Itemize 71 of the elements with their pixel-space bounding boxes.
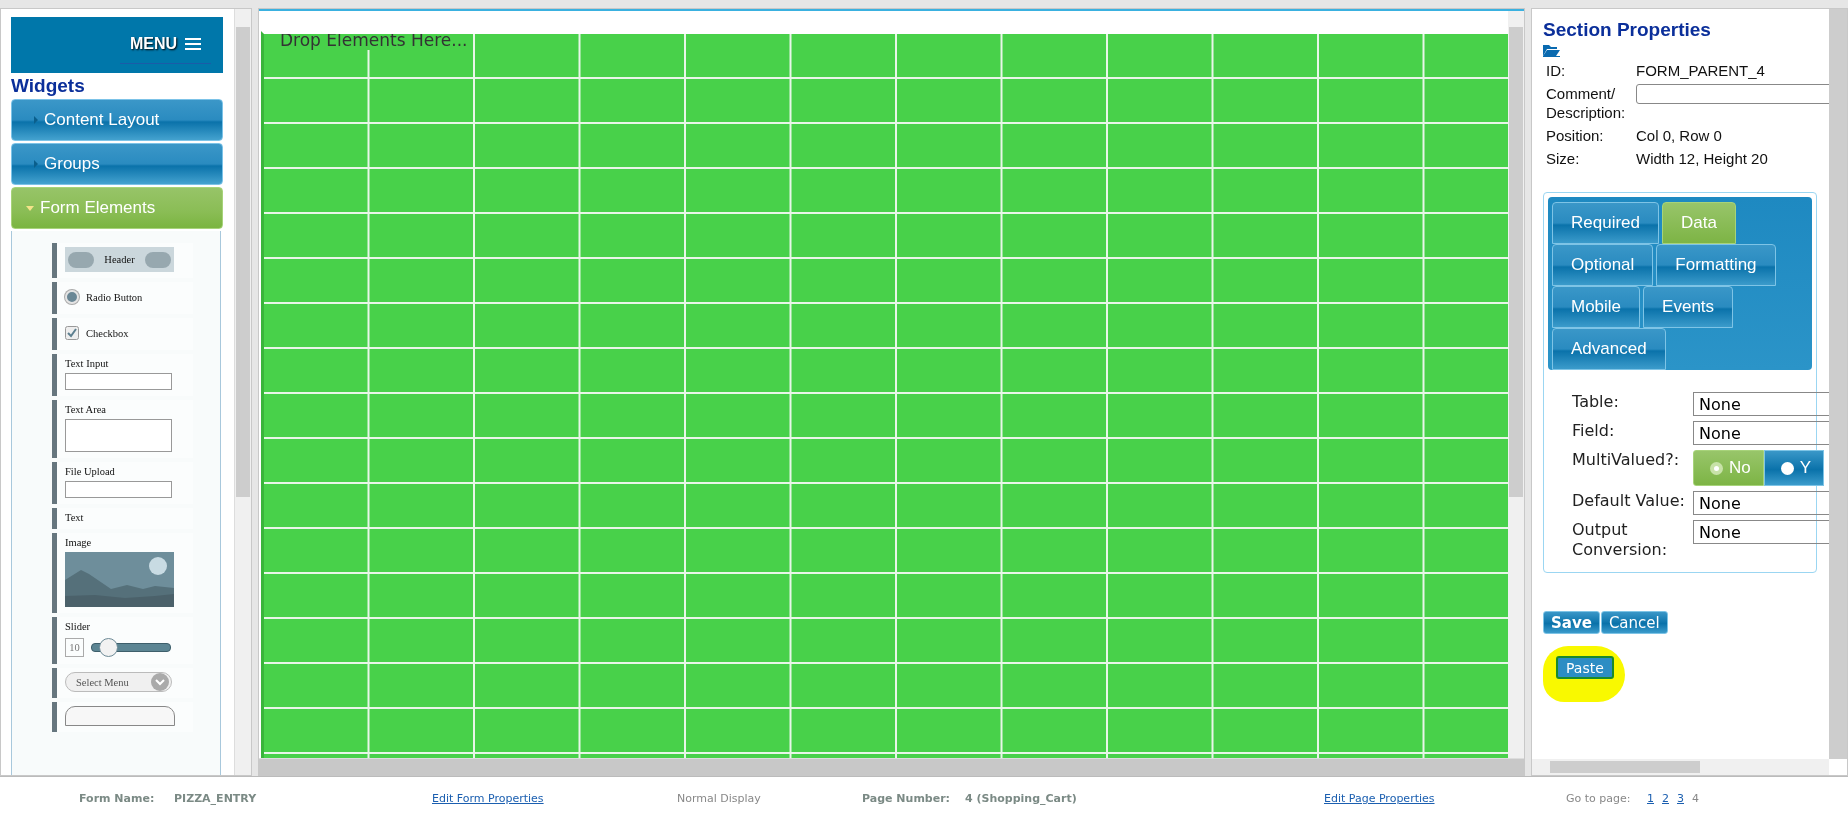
accordion-header[interactable]: Groups (11, 143, 223, 185)
select-field[interactable]: None (1693, 421, 1829, 445)
paste-button[interactable]: Paste (1556, 656, 1614, 679)
drop-zone-grid[interactable]: Drop Elements Here... (261, 31, 1508, 758)
property-value: Width 12, Height 20 (1636, 149, 1769, 168)
page-link[interactable]: 2 (1662, 791, 1669, 805)
property-value: Col 0, Row 0 (1636, 126, 1723, 145)
property-label: Comment/ Description: (1546, 84, 1627, 122)
chevron-down-icon (151, 673, 169, 691)
property-label: Position: (1546, 126, 1605, 145)
edit-page-properties-link[interactable]: Edit Page Properties (1324, 791, 1566, 805)
select-field[interactable]: None (1693, 392, 1829, 416)
tab[interactable]: Advanced (1552, 328, 1666, 370)
widgets-heading: Widgets (11, 75, 86, 97)
field-label: MultiValued?: (1572, 450, 1681, 471)
radio-icon (65, 290, 79, 304)
field-label: Output Conversion: (1572, 520, 1669, 560)
accordion-header[interactable]: Content Layout (11, 99, 223, 141)
scrollbar[interactable] (234, 9, 251, 775)
field-label: Field: (1572, 421, 1616, 442)
widget-label: Slider (65, 621, 92, 632)
property-label: ID: (1546, 61, 1567, 80)
scrollbar[interactable] (1829, 9, 1847, 759)
form-name: PIZZA_ENTRY (174, 791, 258, 805)
tab[interactable]: Mobile (1552, 286, 1641, 328)
field-label: Default Value: (1572, 491, 1686, 512)
widget-label: Checkbox (86, 327, 129, 339)
select-field[interactable]: None (1693, 520, 1829, 544)
select-menu-preview: Select Menu (65, 672, 172, 692)
page-link[interactable]: 3 (1677, 791, 1684, 805)
slider-value: 10 (65, 637, 84, 657)
horizontal-scrollbar[interactable] (259, 758, 1524, 775)
widget-label: Text (65, 512, 85, 523)
widget-label: Image (65, 537, 93, 548)
slider-thumb[interactable] (98, 637, 118, 657)
field-label: Table: (1572, 392, 1620, 413)
widget-label: File Upload (65, 466, 116, 477)
caret-down-icon (26, 205, 34, 211)
menu-icon (185, 37, 201, 50)
tab[interactable]: Events (1643, 286, 1734, 328)
checkbox-icon (65, 326, 79, 340)
folder-icon[interactable] (1543, 43, 1560, 57)
form-name-label: Form Name: (79, 791, 156, 805)
tab[interactable]: Optional (1552, 244, 1654, 286)
page-number: 4 (Shopping_Cart) (965, 791, 1078, 805)
tab[interactable]: Required (1552, 202, 1659, 244)
panel-title: Section Properties (1543, 19, 1712, 41)
comment-field[interactable] (1636, 84, 1829, 104)
horizontal-scrollbar[interactable] (1532, 759, 1829, 775)
header-widget-preview: Header (65, 247, 174, 272)
scrollbar[interactable] (1508, 11, 1524, 758)
save-button[interactable]: Save (1543, 611, 1600, 634)
tab[interactable]: Formatting (1656, 244, 1776, 286)
page-number-label: Page Number: (862, 791, 951, 805)
menu-button[interactable]: MENU (119, 26, 211, 64)
select-field[interactable]: None (1693, 491, 1829, 515)
radio-option[interactable]: Y (1763, 450, 1825, 486)
caret-right-icon (34, 160, 38, 168)
widget-label: Text Input (65, 358, 110, 369)
display-mode: Normal Display (677, 791, 762, 805)
go-to-page-label: Go to page: (1566, 791, 1632, 805)
widget-label: Text Area (65, 404, 107, 415)
landscape-image-icon (65, 552, 174, 607)
current-page: 4 (1692, 791, 1699, 805)
edit-form-properties-link[interactable]: Edit Form Properties (432, 791, 677, 805)
cancel-button[interactable]: Cancel (1600, 611, 1668, 634)
caret-right-icon (34, 116, 38, 124)
property-value: FORM_PARENT_4 (1636, 61, 1766, 80)
property-label: Size: (1546, 149, 1581, 168)
widget-label: Radio Button (86, 291, 143, 303)
page-link[interactable]: 1 (1647, 791, 1654, 805)
